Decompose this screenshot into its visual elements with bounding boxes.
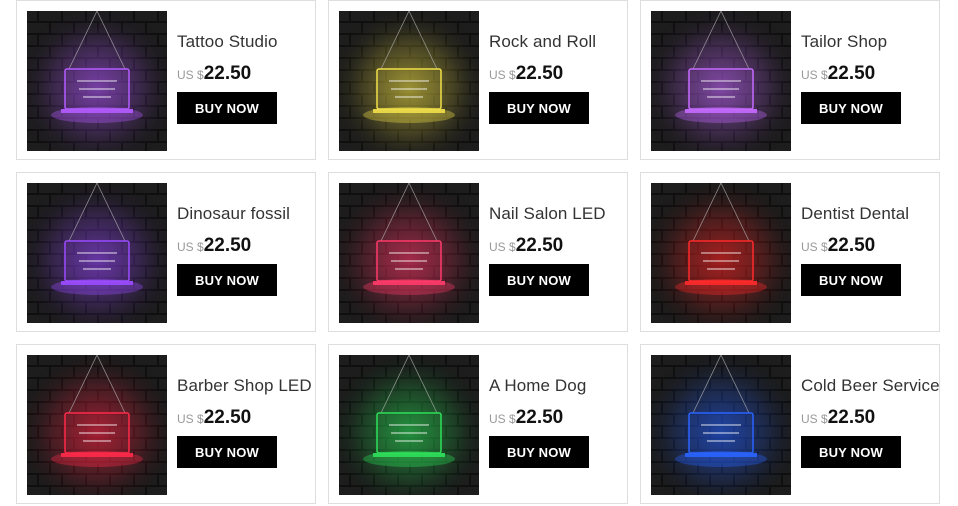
product-image[interactable] xyxy=(27,183,167,323)
buy-now-button[interactable]: BUY NOW xyxy=(801,92,901,124)
product-info: Barber Shop LED US $22.50 BUY NOW xyxy=(177,376,312,468)
dog-icon xyxy=(339,355,479,495)
product-card: Dinosaur fossil US $22.50 BUY NOW xyxy=(16,172,316,332)
nail-polish-icon xyxy=(339,183,479,323)
dinosaur-skeleton-icon xyxy=(27,183,167,323)
product-title[interactable]: Nail Salon LED xyxy=(489,204,621,224)
product-image[interactable] xyxy=(651,183,791,323)
product-card: Dentist Dental US $22.50 BUY NOW xyxy=(640,172,940,332)
price-amount: 22.50 xyxy=(827,407,876,428)
product-info: Nail Salon LED US $22.50 BUY NOW xyxy=(489,204,621,296)
product-price: US $22.50 xyxy=(489,407,621,429)
product-info: Dentist Dental US $22.50 BUY NOW xyxy=(801,204,933,296)
buy-now-button[interactable]: BUY NOW xyxy=(489,92,589,124)
price-amount: 22.50 xyxy=(827,235,876,256)
product-card: Tailor Shop US $22.50 BUY NOW xyxy=(640,0,940,160)
buy-now-button[interactable]: BUY NOW xyxy=(801,264,901,296)
price-amount: 22.50 xyxy=(203,63,252,84)
buy-now-button[interactable]: BUY NOW xyxy=(489,264,589,296)
product-info: Rock and Roll US $22.50 BUY NOW xyxy=(489,32,621,124)
product-title[interactable]: Dentist Dental xyxy=(801,204,933,224)
currency-label: US $ xyxy=(801,240,828,254)
product-title[interactable]: A Home Dog xyxy=(489,376,621,396)
product-card: Cold Beer Service US $22.50 BUY NOW xyxy=(640,344,940,504)
product-info: Tattoo Studio US $22.50 BUY NOW xyxy=(177,32,309,124)
product-card: Nail Salon LED US $22.50 BUY NOW xyxy=(328,172,628,332)
barber-skull-icon xyxy=(27,355,167,495)
product-price: US $22.50 xyxy=(177,63,309,85)
price-amount: 22.50 xyxy=(203,235,252,256)
product-title[interactable]: Dinosaur fossil xyxy=(177,204,309,224)
price-amount: 22.50 xyxy=(515,235,564,256)
currency-label: US $ xyxy=(489,240,516,254)
product-card: Barber Shop LED US $22.50 BUY NOW xyxy=(16,344,316,504)
product-card: A Home Dog US $22.50 BUY NOW xyxy=(328,344,628,504)
product-image[interactable] xyxy=(339,183,479,323)
price-amount: 22.50 xyxy=(203,407,252,428)
product-price: US $22.50 xyxy=(489,235,621,257)
product-price: US $22.50 xyxy=(801,235,933,257)
currency-label: US $ xyxy=(489,68,516,82)
currency-label: US $ xyxy=(801,68,828,82)
product-price: US $22.50 xyxy=(177,235,309,257)
product-info: Tailor Shop US $22.50 BUY NOW xyxy=(801,32,933,124)
product-image[interactable] xyxy=(651,355,791,495)
buy-now-button[interactable]: BUY NOW xyxy=(177,92,277,124)
product-info: A Home Dog US $22.50 BUY NOW xyxy=(489,376,621,468)
currency-label: US $ xyxy=(177,68,204,82)
price-amount: 22.50 xyxy=(515,407,564,428)
currency-label: US $ xyxy=(177,412,204,426)
product-image[interactable] xyxy=(27,11,167,151)
product-card: Rock and Roll US $22.50 BUY NOW xyxy=(328,0,628,160)
tattoo-sign-icon xyxy=(27,11,167,151)
buy-now-button[interactable]: BUY NOW xyxy=(801,436,901,468)
currency-label: US $ xyxy=(177,240,204,254)
currency-label: US $ xyxy=(489,412,516,426)
product-image[interactable] xyxy=(339,11,479,151)
buy-now-button[interactable]: BUY NOW xyxy=(177,436,277,468)
product-price: US $22.50 xyxy=(801,407,933,429)
product-title[interactable]: Barber Shop LED xyxy=(177,376,312,396)
product-price: US $22.50 xyxy=(177,407,309,429)
product-info: Dinosaur fossil US $22.50 BUY NOW xyxy=(177,204,309,296)
product-title[interactable]: Cold Beer Service xyxy=(801,376,940,396)
buy-now-button[interactable]: BUY NOW xyxy=(489,436,589,468)
beer-tap-icon xyxy=(651,355,791,495)
rock-wings-icon xyxy=(339,11,479,151)
currency-label: US $ xyxy=(801,412,828,426)
product-price: US $22.50 xyxy=(489,63,621,85)
product-image[interactable] xyxy=(339,355,479,495)
price-amount: 22.50 xyxy=(515,63,564,84)
buy-now-button[interactable]: BUY NOW xyxy=(177,264,277,296)
product-title[interactable]: Tattoo Studio xyxy=(177,32,309,52)
product-price: US $22.50 xyxy=(801,63,933,85)
product-title[interactable]: Tailor Shop xyxy=(801,32,933,52)
product-card: Tattoo Studio US $22.50 BUY NOW xyxy=(16,0,316,160)
product-image[interactable] xyxy=(651,11,791,151)
price-amount: 22.50 xyxy=(827,63,876,84)
product-info: Cold Beer Service US $22.50 BUY NOW xyxy=(801,376,940,468)
product-title[interactable]: Rock and Roll xyxy=(489,32,621,52)
sewing-machine-icon xyxy=(651,11,791,151)
product-image[interactable] xyxy=(27,355,167,495)
tooth-icon xyxy=(651,183,791,323)
